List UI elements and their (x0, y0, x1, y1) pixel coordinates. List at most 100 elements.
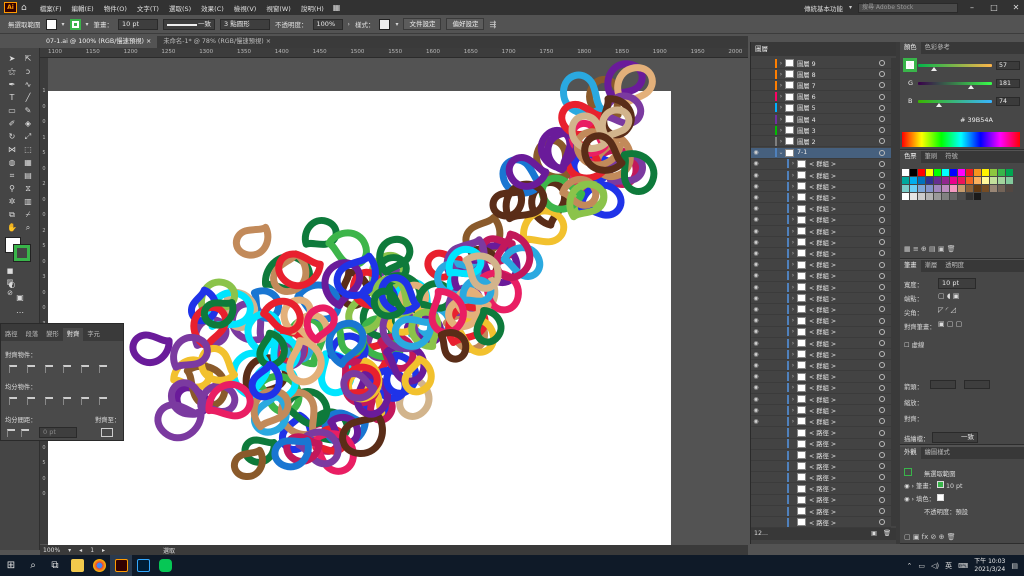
profile-select[interactable]: 一致 (932, 432, 978, 443)
swatch[interactable] (974, 193, 981, 200)
swatch[interactable] (902, 185, 909, 192)
expand-arrow-icon[interactable]: › (789, 328, 797, 335)
target-circle-icon[interactable] (879, 250, 885, 257)
tab-color-guide[interactable]: 色彩參考 (921, 42, 954, 54)
target-circle-icon[interactable] (879, 239, 885, 246)
swatch[interactable] (926, 177, 933, 184)
target-circle-icon[interactable] (879, 261, 885, 268)
tab-0[interactable]: 色票 (900, 151, 921, 163)
green-slider[interactable]: G 181 (908, 78, 1020, 89)
target-circle-icon[interactable] (879, 440, 885, 447)
chevron-right-icon[interactable]: › (348, 21, 350, 28)
target-circle-icon[interactable] (879, 463, 885, 470)
target-circle-icon[interactable] (879, 127, 885, 134)
edit-toolbar-icon[interactable]: ⋯ (13, 307, 27, 318)
target-circle-icon[interactable] (879, 418, 885, 425)
swatch-library-icon[interactable]: ▦ ≡ ⊕ ▤ ▣ 🗑 (904, 245, 956, 253)
target-circle-icon[interactable] (879, 508, 885, 514)
align-button-5-icon[interactable] (81, 365, 89, 373)
layer-name[interactable]: < 路徑 > (809, 462, 836, 471)
target-circle-icon[interactable] (879, 429, 885, 436)
expand-arrow-icon[interactable]: › (789, 373, 797, 380)
file-explorer-icon[interactable] (66, 555, 88, 576)
swatch[interactable] (934, 185, 941, 192)
target-circle-icon[interactable] (879, 396, 885, 402)
chevron-down-icon[interactable]: ▾ (68, 547, 71, 554)
swatch[interactable] (958, 185, 965, 192)
spacing-field[interactable]: 0 pt (39, 427, 77, 438)
green-track[interactable] (918, 81, 992, 89)
new-layer-icon[interactable]: ▣ (871, 528, 877, 540)
visibility-eye-icon[interactable]: ◉ (751, 205, 761, 212)
layer-name[interactable]: < 群組 > (809, 316, 836, 325)
home-icon[interactable]: ⌂ (21, 3, 27, 13)
align-button-2-icon[interactable] (27, 365, 35, 373)
expand-arrow-icon[interactable]: › (789, 250, 797, 257)
layer-name[interactable]: < 路徑 > (809, 451, 836, 460)
prev-artboard-icon[interactable]: ◂ (79, 547, 82, 554)
layer-name[interactable]: < 群組 > (809, 215, 836, 224)
fill-color-swatch[interactable] (936, 494, 944, 501)
arrowhead-end-select[interactable] (964, 380, 990, 389)
layer-name[interactable]: < 群組 > (809, 406, 836, 415)
swatch[interactable] (974, 177, 981, 184)
width-tool-icon[interactable]: ⋈ (5, 144, 19, 155)
swatch[interactable] (982, 177, 989, 184)
brush-definition[interactable]: 3 點圓形 (220, 18, 271, 30)
chevron-down-icon[interactable]: ▾ (395, 21, 398, 28)
visibility-eye-icon[interactable]: ◉ (751, 183, 761, 190)
search-icon[interactable]: ⌕ (22, 555, 44, 576)
menu-item-0[interactable]: 檔案(F) (35, 3, 67, 13)
visibility-eye-icon[interactable]: ◉ (751, 261, 761, 268)
expand-arrow-icon[interactable]: › (777, 71, 785, 78)
layer-name[interactable]: < 群組 > (809, 182, 836, 191)
path-row[interactable]: < 路徑 > (751, 461, 891, 473)
maximize-icon[interactable]: □ (986, 3, 1002, 12)
swatch[interactable] (974, 185, 981, 192)
layer-row[interactable]: › 圖層 4 (751, 114, 891, 125)
red-slider[interactable]: R 57 (908, 60, 1020, 71)
visibility-eye-icon[interactable]: ◉ (751, 272, 761, 279)
tab-4[interactable]: 字元 (83, 328, 104, 341)
target-circle-icon[interactable] (879, 452, 885, 458)
shaper-tool-icon[interactable]: ✐ (5, 118, 19, 129)
target-circle-icon[interactable] (879, 340, 885, 346)
expand-arrow-icon[interactable]: › (789, 284, 797, 291)
swatch[interactable] (918, 177, 925, 184)
swatch[interactable] (934, 193, 941, 200)
target-circle-icon[interactable] (879, 172, 885, 178)
swatch[interactable] (958, 177, 965, 184)
swatch[interactable] (990, 169, 997, 176)
slice-tool-icon[interactable]: ⌿ (21, 209, 35, 220)
close-icon[interactable]: × (266, 38, 271, 45)
selection-tool-icon[interactable]: ➤ (5, 53, 19, 64)
minimize-icon[interactable]: – (964, 3, 980, 12)
group-row[interactable]: ◉ › < 群組 > (751, 394, 891, 405)
expand-arrow-icon[interactable]: › (789, 183, 797, 190)
tab-0[interactable]: 筆畫 (900, 260, 921, 272)
layer-row[interactable]: › 圖層 3 (751, 125, 891, 137)
tab-1[interactable]: 繪圖樣式 (921, 447, 954, 459)
visibility-eye-icon[interactable]: ◉ (751, 407, 761, 414)
curvature-tool-icon[interactable]: ∿ (21, 79, 35, 90)
layer-name[interactable]: < 群組 > (809, 283, 836, 292)
slider-knob-icon[interactable] (967, 84, 974, 89)
layer-name[interactable]: < 群組 > (809, 260, 836, 269)
target-circle-icon[interactable] (879, 384, 885, 391)
visibility-eye-icon[interactable]: ◉ (751, 340, 761, 347)
expand-arrow-icon[interactable]: › (789, 351, 797, 358)
document-setup-button[interactable]: 文件設定 (403, 18, 442, 30)
hex-field[interactable]: # 39B54A (960, 116, 993, 124)
target-circle-icon[interactable] (879, 351, 885, 358)
appearance-stroke-row[interactable]: ◉ › 筆畫： 10 pt (904, 481, 962, 490)
group-row[interactable]: ◉ › < 群組 > (751, 338, 891, 349)
swatch[interactable] (902, 193, 909, 200)
swatch[interactable] (902, 177, 909, 184)
group-row[interactable]: ◉ › < 群組 > (751, 360, 891, 372)
swatch[interactable] (966, 193, 973, 200)
swatch[interactable] (998, 185, 1005, 192)
visibility-eye-icon[interactable]: ◉ (751, 284, 761, 291)
rectangle-tool-icon[interactable]: ▭ (5, 105, 19, 116)
expand-arrow-icon[interactable]: › (789, 160, 797, 167)
stroke-value[interactable]: 10 pt (946, 483, 962, 490)
